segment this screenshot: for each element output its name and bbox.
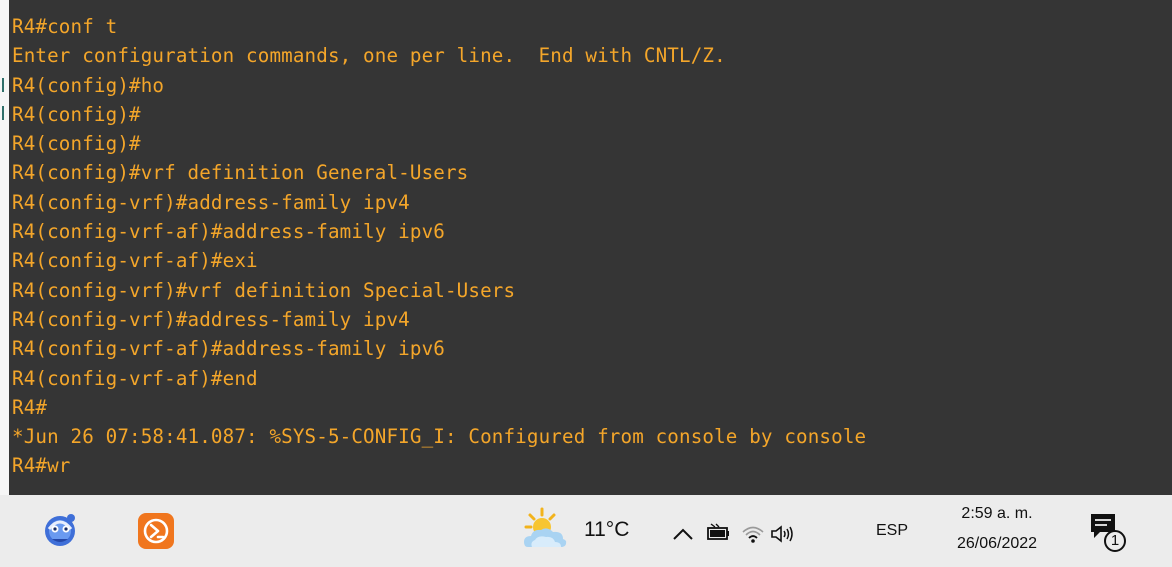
- terminal-line: R4(config)#: [12, 132, 141, 156]
- terminal-line: R4(config-vrf)#vrf definition Special-Us…: [12, 278, 516, 302]
- terminal-line: R4(config)#: [12, 102, 141, 126]
- packet-tracer-icon: [45, 514, 75, 546]
- battery-icon[interactable]: [706, 523, 730, 543]
- taskbar: 11°C ESP 2:59 a. m. 26/06/2022 1: [0, 495, 1172, 567]
- terminal-line: R4(config)#ho: [12, 73, 165, 97]
- language-indicator[interactable]: ESP: [876, 522, 908, 540]
- terminal-output[interactable]: R4#conf t Enter configuration commands, o…: [12, 12, 1172, 481]
- taskbar-app-packet-tracer[interactable]: [34, 495, 100, 567]
- clock-time: 2:59 a. m.: [961, 505, 1033, 522]
- wifi-icon[interactable]: [741, 524, 765, 544]
- partly-cloudy-icon: [524, 507, 567, 547]
- window-edge: [0, 0, 9, 495]
- terminal-line: Enter configuration commands, one per li…: [12, 44, 726, 68]
- weather-temperature: 11°C: [584, 518, 630, 541]
- terminal-line: *Jun 26 07:58:41.087: %SYS-5-CONFIG_I: C…: [12, 425, 867, 449]
- terminal-line: R4(config-vrf)#address-family ipv4: [12, 307, 410, 331]
- chevron-up-icon[interactable]: [672, 526, 694, 542]
- terminal-line: R4(config)#vrf definition General-Users: [12, 161, 469, 185]
- notification-badge: 1: [1104, 530, 1126, 552]
- taskbar-app-terminal[interactable]: [124, 495, 190, 567]
- edge-marker: [2, 78, 4, 92]
- notification-center-button[interactable]: 1: [1086, 509, 1138, 557]
- terminal-line: R4#conf t: [12, 15, 118, 38]
- terminal-window[interactable]: R4#conf t Enter configuration commands, o…: [9, 0, 1172, 495]
- terminal-app-icon: [138, 513, 174, 549]
- volume-icon[interactable]: [770, 524, 796, 544]
- terminal-line: R4(config-vrf-af)#exi: [12, 249, 258, 273]
- clock[interactable]: 2:59 a. m. 26/06/2022: [932, 499, 1062, 563]
- terminal-line: R4#wr: [12, 454, 71, 478]
- terminal-line: R4#: [12, 395, 48, 419]
- terminal-line: R4(config-vrf)#address-family ipv4: [12, 190, 410, 214]
- terminal-line: R4(config-vrf-af)#address-family ipv6: [12, 220, 445, 244]
- clock-date: 26/06/2022: [956, 535, 1038, 552]
- notification-count: 1: [1110, 532, 1120, 549]
- weather-widget[interactable]: 11°C: [518, 495, 660, 567]
- terminal-line: R4(config-vrf-af)#end: [12, 366, 258, 390]
- terminal-line: R4(config-vrf-af)#address-family ipv6: [12, 337, 445, 361]
- edge-marker: [2, 106, 4, 120]
